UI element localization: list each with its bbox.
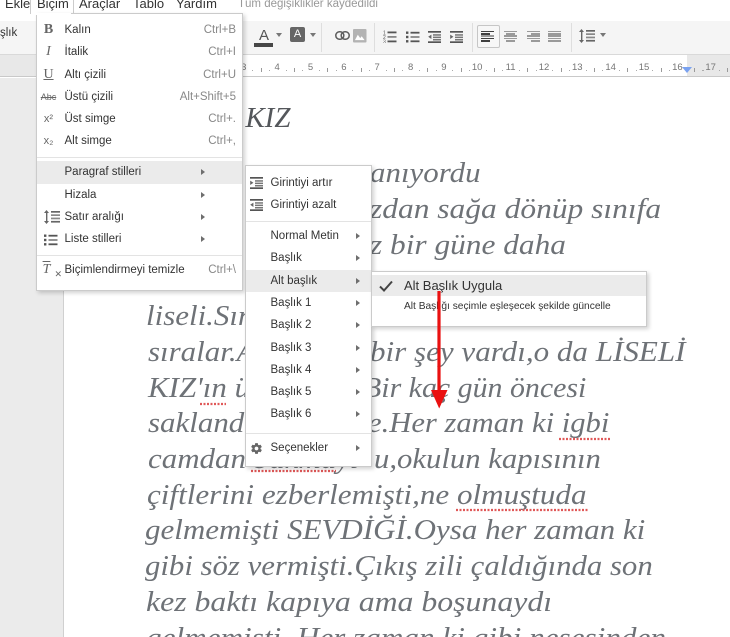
svg-text:3: 3: [383, 40, 386, 44]
